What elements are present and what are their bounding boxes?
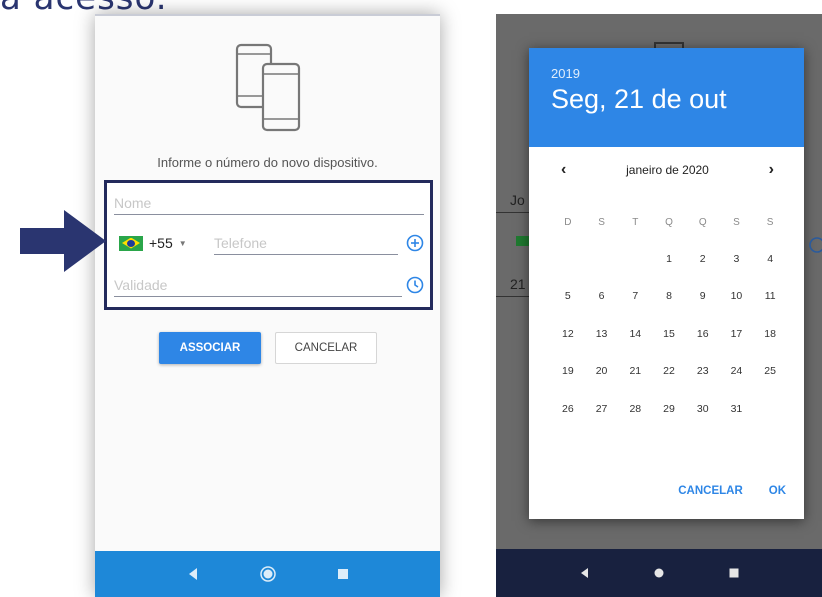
- calendar-day[interactable]: 21: [618, 365, 652, 377]
- brazil-flag-icon: [119, 235, 143, 251]
- back-nav-icon[interactable]: [574, 563, 594, 583]
- calendar-grid: D S T Q Q S S 1 2 3 4 5 6 7 8 9 10 11 12 13 14 15 16 17 18 19 20 21…: [551, 204, 787, 428]
- calendar-day[interactable]: 6: [585, 290, 619, 302]
- calendar-week-row: 12 13 14 15 16 17 18: [551, 315, 787, 353]
- phone-input[interactable]: Telefone: [214, 227, 398, 255]
- date-picker-header: 2019 Seg, 21 de out: [529, 48, 804, 147]
- background-divider: [496, 296, 529, 297]
- calendar-week-row: 1234: [551, 240, 787, 278]
- calendar-day[interactable]: 25: [753, 365, 787, 377]
- calendar-day[interactable]: 20: [585, 365, 619, 377]
- calendar-week-row: 26 27 28 29 30 31: [551, 390, 787, 428]
- calendar-day[interactable]: 15: [652, 328, 686, 340]
- home-nav-icon[interactable]: [258, 564, 278, 584]
- background-add-icon: [809, 237, 822, 253]
- calendar-day[interactable]: 8: [652, 290, 686, 302]
- calendar-day[interactable]: 3: [720, 253, 754, 265]
- name-input[interactable]: Nome: [114, 187, 424, 215]
- background-flag-icon: [516, 236, 529, 246]
- weekday-label: T: [632, 216, 639, 228]
- calendar-day[interactable]: 28: [618, 403, 652, 415]
- selected-year[interactable]: 2019: [551, 66, 782, 81]
- calendar-day[interactable]: 7: [618, 290, 652, 302]
- calendar-week-row: 19 20 21 22 23 24 25: [551, 353, 787, 391]
- calendar-day[interactable]: 1: [652, 253, 686, 265]
- dialog-cancel-button[interactable]: CANCELAR: [678, 485, 743, 497]
- back-nav-icon[interactable]: [183, 564, 203, 584]
- month-navigation: ‹ janeiro de 2020 ›: [529, 161, 804, 179]
- instruction-text: Informe o número do novo dispositivo.: [157, 155, 378, 170]
- calendar-day[interactable]: 18: [753, 328, 787, 340]
- country-code: +55: [149, 235, 173, 251]
- weekday-label: S: [598, 216, 605, 228]
- add-circle-icon[interactable]: [406, 234, 424, 252]
- dialog-actions: CANCELAR OK: [529, 463, 804, 519]
- home-nav-icon[interactable]: [649, 563, 669, 583]
- phone-screen-associate: Informe o número do novo dispositivo. No…: [95, 14, 440, 597]
- android-nav-bar-dark: [496, 549, 822, 597]
- calendar-day[interactable]: 13: [585, 328, 619, 340]
- background-text-1: Jo: [510, 192, 525, 208]
- month-label: janeiro de 2020: [626, 163, 709, 177]
- weekday-label: Q: [698, 216, 707, 228]
- background-text-2: 21: [510, 276, 526, 292]
- calendar-day[interactable]: 9: [686, 290, 720, 302]
- calendar-day[interactable]: 22: [652, 365, 686, 377]
- dropdown-caret-icon: ▼: [178, 238, 187, 248]
- device-form-highlight: Nome +55 ▼ Telefone Validade: [104, 180, 433, 310]
- top-divider: [95, 14, 440, 16]
- calendar-day[interactable]: 29: [652, 403, 686, 415]
- background-divider: [496, 212, 529, 213]
- screenshot-stage: a acesso. Informe o número do novo dispo…: [0, 0, 822, 597]
- weekday-label: S: [766, 216, 774, 228]
- calendar-day[interactable]: 5: [551, 290, 585, 302]
- pointer-arrow-icon: [20, 210, 106, 272]
- calendar-day[interactable]: 4: [753, 253, 787, 265]
- recents-nav-icon[interactable]: [724, 563, 744, 583]
- devices-icon: [235, 43, 301, 132]
- calendar-day[interactable]: 12: [551, 328, 585, 340]
- calendar-day[interactable]: 14: [618, 328, 652, 340]
- associate-button[interactable]: ASSOCIAR: [159, 332, 261, 364]
- calendar-day[interactable]: 24: [720, 365, 754, 377]
- dialog-ok-button[interactable]: OK: [769, 485, 786, 497]
- phone-screen-datepicker: Jo 21 2019 Seg, 21 de out ‹ janeiro de 2…: [496, 14, 822, 597]
- calendar-day[interactable]: 23: [686, 365, 720, 377]
- weekday-header-row: DSTQQSS: [551, 204, 787, 240]
- calendar-day[interactable]: 2: [686, 253, 720, 265]
- calendar-day[interactable]: 26: [551, 403, 585, 415]
- calendar-day[interactable]: 30: [686, 403, 720, 415]
- next-month-chevron-icon[interactable]: ›: [769, 161, 774, 179]
- calendar-day[interactable]: 27: [585, 403, 619, 415]
- weekday-label: D: [564, 216, 572, 228]
- weekday-label: Q: [665, 216, 673, 228]
- calendar-day[interactable]: 19: [551, 365, 585, 377]
- android-nav-bar: [95, 551, 440, 597]
- clock-icon[interactable]: [406, 276, 424, 294]
- cancel-button[interactable]: CANCELAR: [275, 332, 377, 364]
- country-selector[interactable]: +55 ▼: [119, 235, 187, 251]
- weekday-label: S: [733, 216, 740, 228]
- calendar-day[interactable]: 17: [720, 328, 754, 340]
- calendar-week-row: 5 6 7 8 9 10 11: [551, 278, 787, 316]
- recents-nav-icon[interactable]: [333, 564, 353, 584]
- calendar-day[interactable]: 10: [720, 290, 754, 302]
- date-picker-dialog: 2019 Seg, 21 de out ‹ janeiro de 2020 › …: [529, 48, 804, 519]
- calendar-day[interactable]: 11: [753, 290, 787, 302]
- calendar-day[interactable]: 31: [720, 403, 754, 415]
- validity-input[interactable]: Validade: [114, 269, 402, 297]
- selected-date: Seg, 21 de out: [551, 84, 727, 114]
- calendar-day[interactable]: 16: [686, 328, 720, 340]
- prev-month-chevron-icon[interactable]: ‹: [561, 161, 566, 179]
